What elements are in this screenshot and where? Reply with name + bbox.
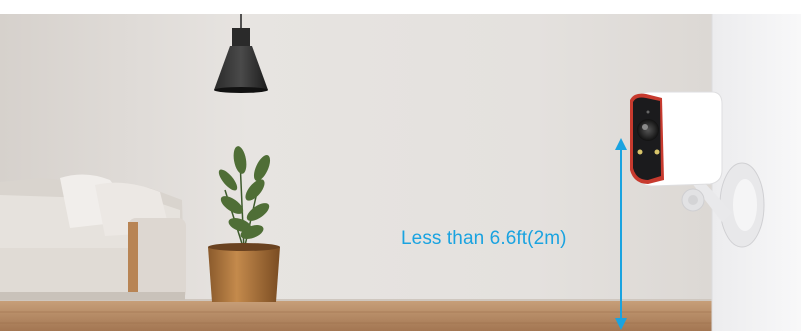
room-illustration bbox=[0, 14, 801, 331]
sofa-icon bbox=[0, 174, 186, 300]
height-measurement-label: Less than 6.6ft(2m) bbox=[401, 228, 567, 249]
product-scene: Less than 6.6ft(2m) bbox=[0, 0, 801, 331]
